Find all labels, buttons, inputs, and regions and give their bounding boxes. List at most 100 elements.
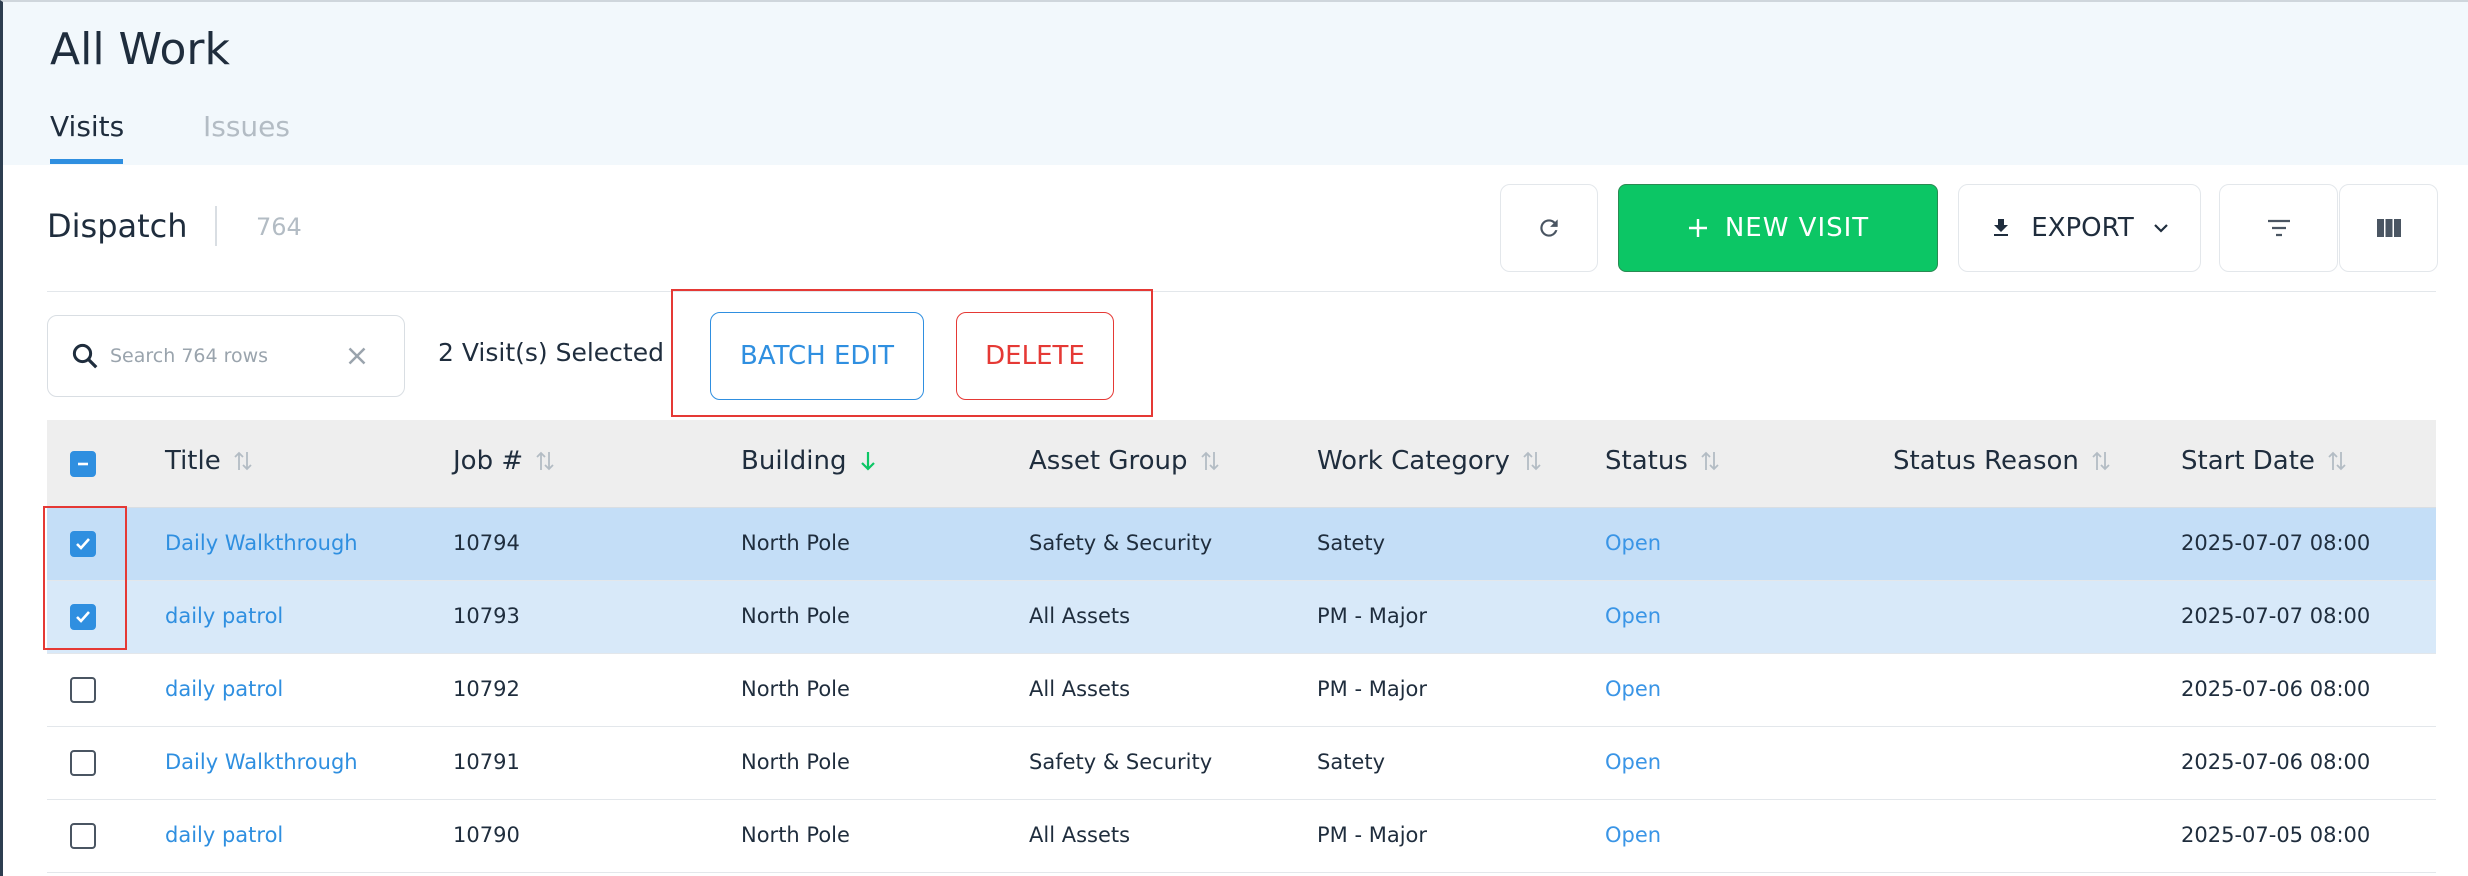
status: Open — [1605, 750, 1662, 774]
work-category: Satety — [1317, 531, 1386, 555]
row-checkbox[interactable] — [70, 750, 96, 776]
sort-icon — [2328, 451, 2346, 471]
building: North Pole — [741, 823, 850, 847]
minus-icon — [78, 462, 88, 466]
building: North Pole — [741, 531, 850, 555]
work-category: Satety — [1317, 750, 1386, 774]
toolbar-divider — [47, 291, 2436, 292]
new-visit-label: NEW VISIT — [1724, 213, 1870, 243]
job-number: 10790 — [453, 823, 520, 847]
table-row[interactable]: Daily Walkthrough 10794 North Pole Safet… — [47, 508, 2436, 581]
table-header: Title Job # Building Asset Group Work Ca… — [47, 420, 2436, 508]
status: Open — [1605, 677, 1662, 701]
start-date: 2025-07-06 08:00 — [2181, 677, 2371, 701]
start-date: 2025-07-07 08:00 — [2181, 604, 2371, 628]
row-checkbox[interactable] — [70, 823, 96, 849]
status: Open — [1605, 823, 1662, 847]
selected-rows-highlight — [43, 506, 127, 650]
columns-button[interactable] — [2339, 184, 2438, 272]
status: Open — [1605, 531, 1662, 555]
close-icon[interactable] — [342, 341, 372, 371]
column-header-job[interactable]: Job # — [453, 446, 555, 476]
select-all-checkbox[interactable] — [70, 451, 96, 477]
visit-title-link[interactable]: daily patrol — [165, 677, 283, 701]
title-divider — [215, 206, 217, 246]
selection-count-text: 2 Visit(s) Selected — [438, 338, 664, 367]
column-label: Asset Group — [1029, 446, 1188, 476]
table-row[interactable]: daily patrol 10793 North Pole All Assets… — [47, 581, 2436, 654]
sort-descending-icon — [861, 452, 876, 471]
column-header-status-reason[interactable]: Status Reason — [1893, 446, 2111, 476]
search-input[interactable] — [110, 336, 340, 376]
column-header-work-category[interactable]: Work Category — [1317, 446, 1542, 476]
active-tab-indicator — [50, 159, 123, 164]
batch-edit-button[interactable]: BATCH EDIT — [710, 312, 924, 400]
plus-icon — [1688, 219, 1707, 237]
job-number: 10793 — [453, 604, 520, 628]
start-date: 2025-07-07 08:00 — [2181, 531, 2371, 555]
filter-icon — [2267, 219, 2290, 237]
asset-group: Safety & Security — [1029, 531, 1213, 555]
table-row[interactable]: daily patrol 10790 North Pole All Assets… — [47, 800, 2436, 873]
work-category: PM - Major — [1317, 823, 1428, 847]
page-header: All Work Visits Issues — [0, 0, 2468, 165]
visit-title-link[interactable]: Daily Walkthrough — [165, 531, 358, 555]
sort-icon — [1701, 451, 1719, 471]
new-visit-button[interactable]: NEW VISIT — [1618, 184, 1938, 272]
tab-issues[interactable]: Issues — [203, 110, 290, 143]
column-label: Building — [741, 446, 847, 476]
asset-group: All Assets — [1029, 677, 1131, 701]
filter-button[interactable] — [2219, 184, 2338, 272]
asset-group: All Assets — [1029, 823, 1131, 847]
asset-group: All Assets — [1029, 604, 1131, 628]
section-title: Dispatch — [47, 207, 188, 245]
delete-button[interactable]: DELETE — [956, 312, 1114, 400]
visit-title-link[interactable]: daily patrol — [165, 604, 283, 628]
column-header-status[interactable]: Status — [1605, 446, 1720, 476]
columns-icon — [2376, 219, 2401, 237]
column-header-start-date[interactable]: Start Date — [2181, 446, 2347, 476]
search-box[interactable] — [47, 315, 405, 397]
sort-icon — [536, 451, 554, 471]
column-label: Status Reason — [1893, 446, 2079, 476]
building: North Pole — [741, 750, 850, 774]
table-row[interactable]: daily patrol 10792 North Pole All Assets… — [47, 654, 2436, 727]
chevron-down-icon — [2153, 224, 2168, 233]
download-icon — [1994, 219, 2009, 236]
column-header-title[interactable]: Title — [165, 446, 253, 476]
visits-table: Title Job # Building Asset Group Work Ca… — [47, 420, 2436, 873]
row-count: 764 — [256, 213, 302, 241]
work-category: PM - Major — [1317, 604, 1428, 628]
building: North Pole — [741, 604, 850, 628]
tab-visits[interactable]: Visits — [50, 110, 124, 143]
start-date: 2025-07-06 08:00 — [2181, 750, 2371, 774]
refresh-icon — [1540, 219, 1558, 237]
column-label: Status — [1605, 446, 1688, 476]
table-row[interactable]: Daily Walkthrough 10791 North Pole Safet… — [47, 727, 2436, 800]
sort-icon — [1200, 451, 1219, 471]
search-icon — [72, 343, 98, 369]
column-label: Job # — [453, 446, 524, 476]
visit-title-link[interactable]: Daily Walkthrough — [165, 750, 358, 774]
column-header-asset-group[interactable]: Asset Group — [1029, 446, 1220, 476]
sort-icon — [1523, 451, 1541, 471]
column-header-building[interactable]: Building — [741, 446, 878, 476]
job-number: 10791 — [453, 750, 520, 774]
sort-icon — [2092, 451, 2110, 471]
export-button[interactable]: EXPORT — [1958, 184, 2201, 272]
status: Open — [1605, 604, 1662, 628]
building: North Pole — [741, 677, 850, 701]
asset-group: Safety & Security — [1029, 750, 1213, 774]
visit-title-link[interactable]: daily patrol — [165, 823, 283, 847]
column-label: Start Date — [2181, 446, 2315, 476]
row-checkbox[interactable] — [70, 677, 96, 703]
refresh-button[interactable] — [1500, 184, 1598, 272]
job-number: 10794 — [453, 531, 520, 555]
export-label: EXPORT — [2031, 213, 2134, 243]
sort-icon — [234, 451, 252, 471]
column-label: Title — [165, 446, 221, 476]
work-category: PM - Major — [1317, 677, 1428, 701]
column-label: Work Category — [1317, 446, 1510, 476]
job-number: 10792 — [453, 677, 520, 701]
start-date: 2025-07-05 08:00 — [2181, 823, 2371, 847]
